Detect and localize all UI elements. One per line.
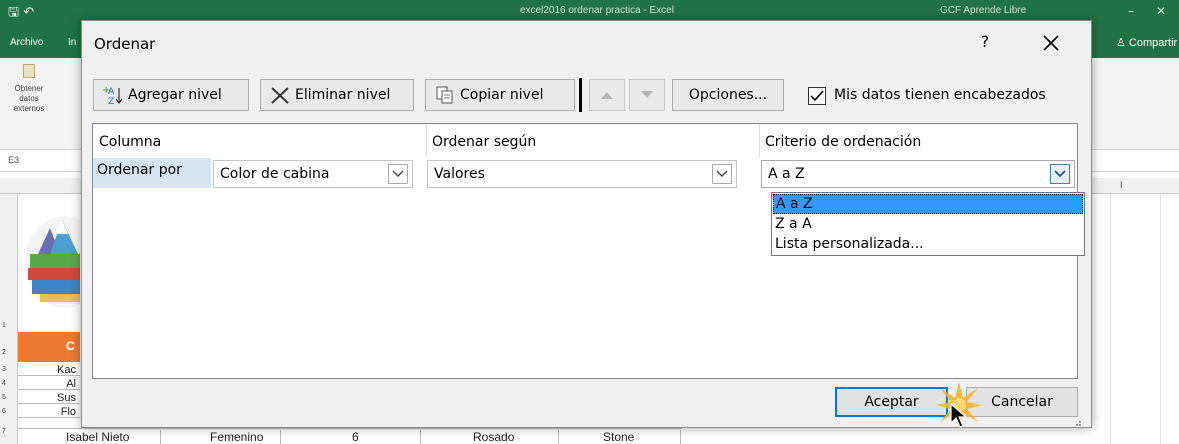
move-down-button[interactable]: [629, 79, 665, 111]
svg-text:Z: Z: [108, 97, 114, 106]
cabin-logo-image: [25, 216, 80, 308]
sort-on-select-value: Valores: [434, 166, 485, 182]
cell-border: [420, 430, 421, 444]
sort-by-label: Ordenar por: [93, 158, 211, 188]
column-select-value: Color de cabina: [220, 166, 330, 182]
name-cell[interactable]: Al: [18, 378, 80, 390]
accept-button[interactable]: Aceptar: [835, 387, 948, 417]
grid-line: [1160, 194, 1161, 444]
order-dropdown-list: A a Z Z a A Lista personalizada...: [771, 192, 1085, 256]
table-header-cell[interactable]: C: [18, 332, 80, 362]
move-up-button[interactable]: [589, 79, 625, 111]
tab-archivo[interactable]: Archivo: [10, 37, 43, 48]
sort-dialog: Ordenar ? + A Z Agregar nivel Eliminar n…: [81, 20, 1092, 428]
copy-icon: [434, 84, 456, 106]
resize-grip-icon[interactable]: [1072, 417, 1082, 427]
person-icon: ♙: [1116, 37, 1129, 49]
add-level-label: Agregar nivel: [128, 87, 222, 103]
sort-level-row[interactable]: Ordenar por Color de cabina Valores A a …: [93, 158, 1077, 192]
share-label: Compartir: [1128, 37, 1178, 49]
row-number[interactable]: 7: [2, 428, 6, 435]
cell-border: [280, 430, 281, 444]
cell-border: [680, 430, 681, 444]
chevron-down-icon[interactable]: [388, 164, 408, 184]
checkmark-icon: [810, 90, 824, 102]
headers-checkbox[interactable]: [808, 87, 826, 105]
order-option-a-z[interactable]: A a Z: [773, 194, 1083, 214]
dialog-title: Ordenar: [94, 35, 156, 53]
get-external-data-button[interactable]: Obtener datos externos: [4, 64, 54, 114]
sort-on-select[interactable]: Valores: [427, 160, 737, 188]
tab-inicio[interactable]: In: [68, 37, 76, 48]
order-select[interactable]: A a Z: [761, 160, 1075, 188]
sort-az-plus-icon: + A Z: [102, 84, 124, 106]
triangle-down-icon: [641, 91, 653, 98]
order-select-value: A a Z: [768, 166, 805, 182]
table-row[interactable]: Isabel Nieto Femenino 6 Rosado Stone: [18, 428, 682, 444]
cell-count: 6: [352, 430, 359, 444]
row-number[interactable]: 2: [2, 349, 6, 356]
get-external-data-label: Obtener datos externos: [13, 84, 45, 113]
cell-color: Rosado: [473, 430, 515, 444]
x-delete-icon: [269, 84, 291, 106]
copy-level-button[interactable]: Copiar nivel: [425, 79, 575, 111]
cancel-button[interactable]: Cancelar: [966, 387, 1078, 417]
column-header-order: Criterio de ordenación: [765, 134, 922, 150]
options-label: Opciones...: [688, 87, 768, 103]
document-title: excel2016 ordenar practica - Excel: [520, 5, 674, 16]
order-option-z-a[interactable]: Z a A: [773, 214, 1083, 234]
toolbar-separator: [579, 78, 582, 112]
cell-border: [558, 430, 559, 444]
column-divider: [426, 124, 427, 158]
row-number[interactable]: 1: [2, 322, 6, 329]
cell-material: Stone: [603, 430, 635, 444]
header-cell-text: C: [66, 339, 75, 353]
column-header-i[interactable]: I: [1120, 180, 1123, 190]
row-number[interactable]: 3: [2, 366, 6, 373]
column-divider: [759, 124, 760, 158]
row-number[interactable]: 4: [2, 380, 6, 387]
cell-border: [160, 430, 161, 444]
row-number[interactable]: 6: [2, 408, 6, 415]
user-name: GCF Aprende Libre: [940, 5, 1027, 16]
cell-gender: Femenino: [210, 430, 264, 444]
name-cell[interactable]: Flo: [18, 406, 80, 418]
minimize-icon[interactable]: –: [1128, 4, 1134, 18]
grid-line: [1110, 194, 1111, 444]
row-number[interactable]: 5: [2, 394, 6, 401]
column-header-sort-on: Ordenar según: [432, 134, 537, 150]
svg-text:A: A: [108, 87, 115, 97]
headers-checkbox-label[interactable]: Mis datos tienen encabezados: [834, 87, 1046, 103]
delete-level-button[interactable]: Eliminar nivel: [260, 79, 414, 111]
copy-level-label: Copiar nivel: [460, 87, 544, 103]
delete-level-label: Eliminar nivel: [295, 87, 391, 103]
share-button[interactable]: ♙ Compartir: [1116, 36, 1177, 49]
close-button[interactable]: [1037, 29, 1065, 57]
row-headers: 1 2 3 4 5 6 7: [0, 194, 18, 444]
name-box[interactable]: E3: [8, 155, 19, 165]
order-option-custom-list[interactable]: Lista personalizada...: [773, 234, 1083, 254]
close-icon: [1043, 35, 1059, 51]
column-select[interactable]: Color de cabina: [213, 160, 413, 188]
help-button[interactable]: ?: [974, 29, 996, 55]
name-cell[interactable]: Kac: [18, 364, 80, 376]
name-cell[interactable]: Sus: [18, 392, 80, 404]
triangle-up-icon: [601, 92, 613, 99]
column-header-column: Columna: [99, 134, 162, 150]
add-level-button[interactable]: + A Z Agregar nivel: [93, 79, 249, 111]
chevron-down-icon[interactable]: [712, 164, 732, 184]
close-window-icon[interactable]: ✕: [1156, 4, 1166, 18]
chevron-down-icon[interactable]: [1050, 164, 1070, 184]
database-icon: [23, 64, 35, 78]
worksheet-area-right[interactable]: [1090, 194, 1179, 444]
sort-levels-grid: Columna Ordenar según Criterio de ordena…: [92, 123, 1085, 379]
mouse-cursor-icon: [950, 403, 968, 428]
options-button[interactable]: Opciones...: [672, 79, 784, 111]
save-icon[interactable]: 🖫 ↶: [8, 3, 34, 25]
cell-name: Isabel Nieto: [66, 430, 130, 444]
